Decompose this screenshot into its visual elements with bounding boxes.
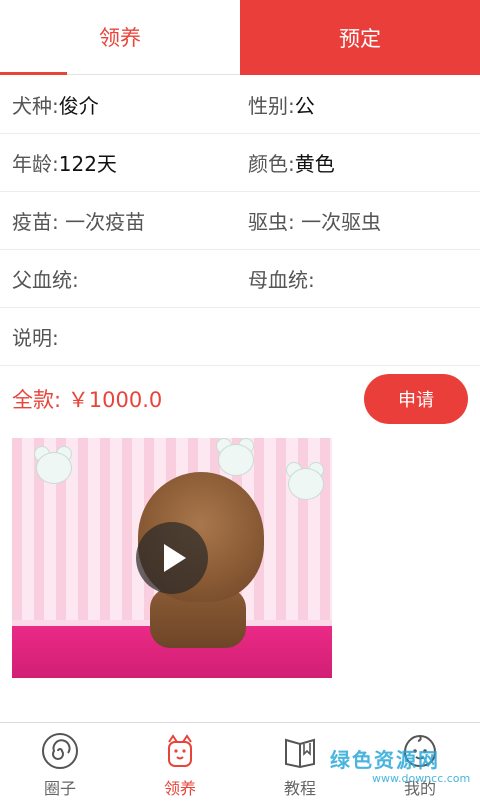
pet-video[interactable]: [12, 438, 332, 678]
watermark: 绿色资源网 www.downcc.com: [330, 744, 471, 792]
vaccine-field: 疫苗: 一次疫苗: [0, 206, 236, 235]
wallpaper-bear: [30, 446, 76, 486]
nav-item-adopt[interactable]: 领养: [120, 723, 240, 801]
gender-label: 性别:: [248, 94, 295, 118]
tab-reserve[interactable]: 预定: [240, 0, 480, 75]
tab-adopt[interactable]: 领养: [0, 0, 240, 75]
nav-item-circle[interactable]: 圈子: [0, 723, 120, 801]
play-button[interactable]: [136, 522, 208, 594]
deworm-label: 驱虫:: [248, 210, 295, 234]
breed-label: 犬种:: [12, 94, 59, 118]
breed-field: 犬种:俊介: [0, 90, 236, 119]
age-label: 年龄:: [12, 152, 59, 176]
wallpaper-bear: [282, 462, 328, 502]
tab-reserve-label: 预定: [339, 26, 381, 51]
puppy-icon: [160, 731, 200, 771]
note-field: 说明:: [0, 322, 236, 351]
vaccine-value: 一次疫苗: [58, 210, 146, 234]
circle-spiral-icon: [40, 731, 80, 771]
gender-value: 公: [294, 94, 315, 118]
apply-button[interactable]: 申请: [364, 374, 468, 424]
top-tab-bar: 领养 预定: [0, 0, 480, 75]
play-icon: [164, 544, 186, 572]
deworm-value: 一次驱虫: [294, 210, 382, 234]
detail-row: 说明:: [0, 308, 480, 366]
wallpaper-bear: [212, 438, 258, 478]
detail-row: 父血统: 母血统:: [0, 250, 480, 308]
age-field: 年龄:122天: [0, 148, 236, 177]
mother-lineage-label: 母血统:: [248, 268, 315, 292]
note-label: 说明:: [12, 326, 59, 350]
nav-label-circle: 圈子: [43, 779, 76, 798]
detail-row: 年龄:122天 颜色:黄色: [0, 134, 480, 192]
watermark-url: www.downcc.com: [372, 772, 471, 785]
deworm-field: 驱虫: 一次驱虫: [236, 206, 472, 235]
father-lineage-label: 父血统:: [12, 268, 79, 292]
color-label: 颜色:: [248, 152, 295, 176]
age-value: 122天: [58, 152, 117, 176]
full-price: 全款: ￥1000.0: [12, 384, 162, 414]
price-row: 全款: ￥1000.0 申请: [0, 368, 480, 430]
breed-value: 俊介: [58, 94, 99, 118]
detail-row: 疫苗: 一次疫苗 驱虫: 一次驱虫: [0, 192, 480, 250]
price-value: ￥1000.0: [67, 388, 163, 412]
price-label: 全款:: [12, 388, 62, 412]
color-field: 颜色:黄色: [236, 148, 472, 177]
detail-row: 犬种:俊介 性别:公: [0, 76, 480, 134]
gender-field: 性别:公: [236, 90, 472, 119]
color-value: 黄色: [294, 152, 335, 176]
watermark-brand: 绿色资源网: [330, 748, 440, 772]
father-lineage-field: 父血统:: [0, 264, 236, 293]
nav-label-tutorial: 教程: [283, 779, 316, 798]
pet-details: 犬种:俊介 性别:公 年龄:122天 颜色:黄色 疫苗: 一次疫苗 驱虫: 一次…: [0, 76, 480, 366]
vaccine-label: 疫苗:: [12, 210, 59, 234]
book-icon: [280, 731, 320, 771]
nav-label-adopt: 领养: [163, 779, 196, 798]
mother-lineage-field: 母血统:: [236, 264, 472, 293]
tab-adopt-label: 领养: [99, 26, 141, 50]
active-tab-indicator: [0, 72, 67, 75]
